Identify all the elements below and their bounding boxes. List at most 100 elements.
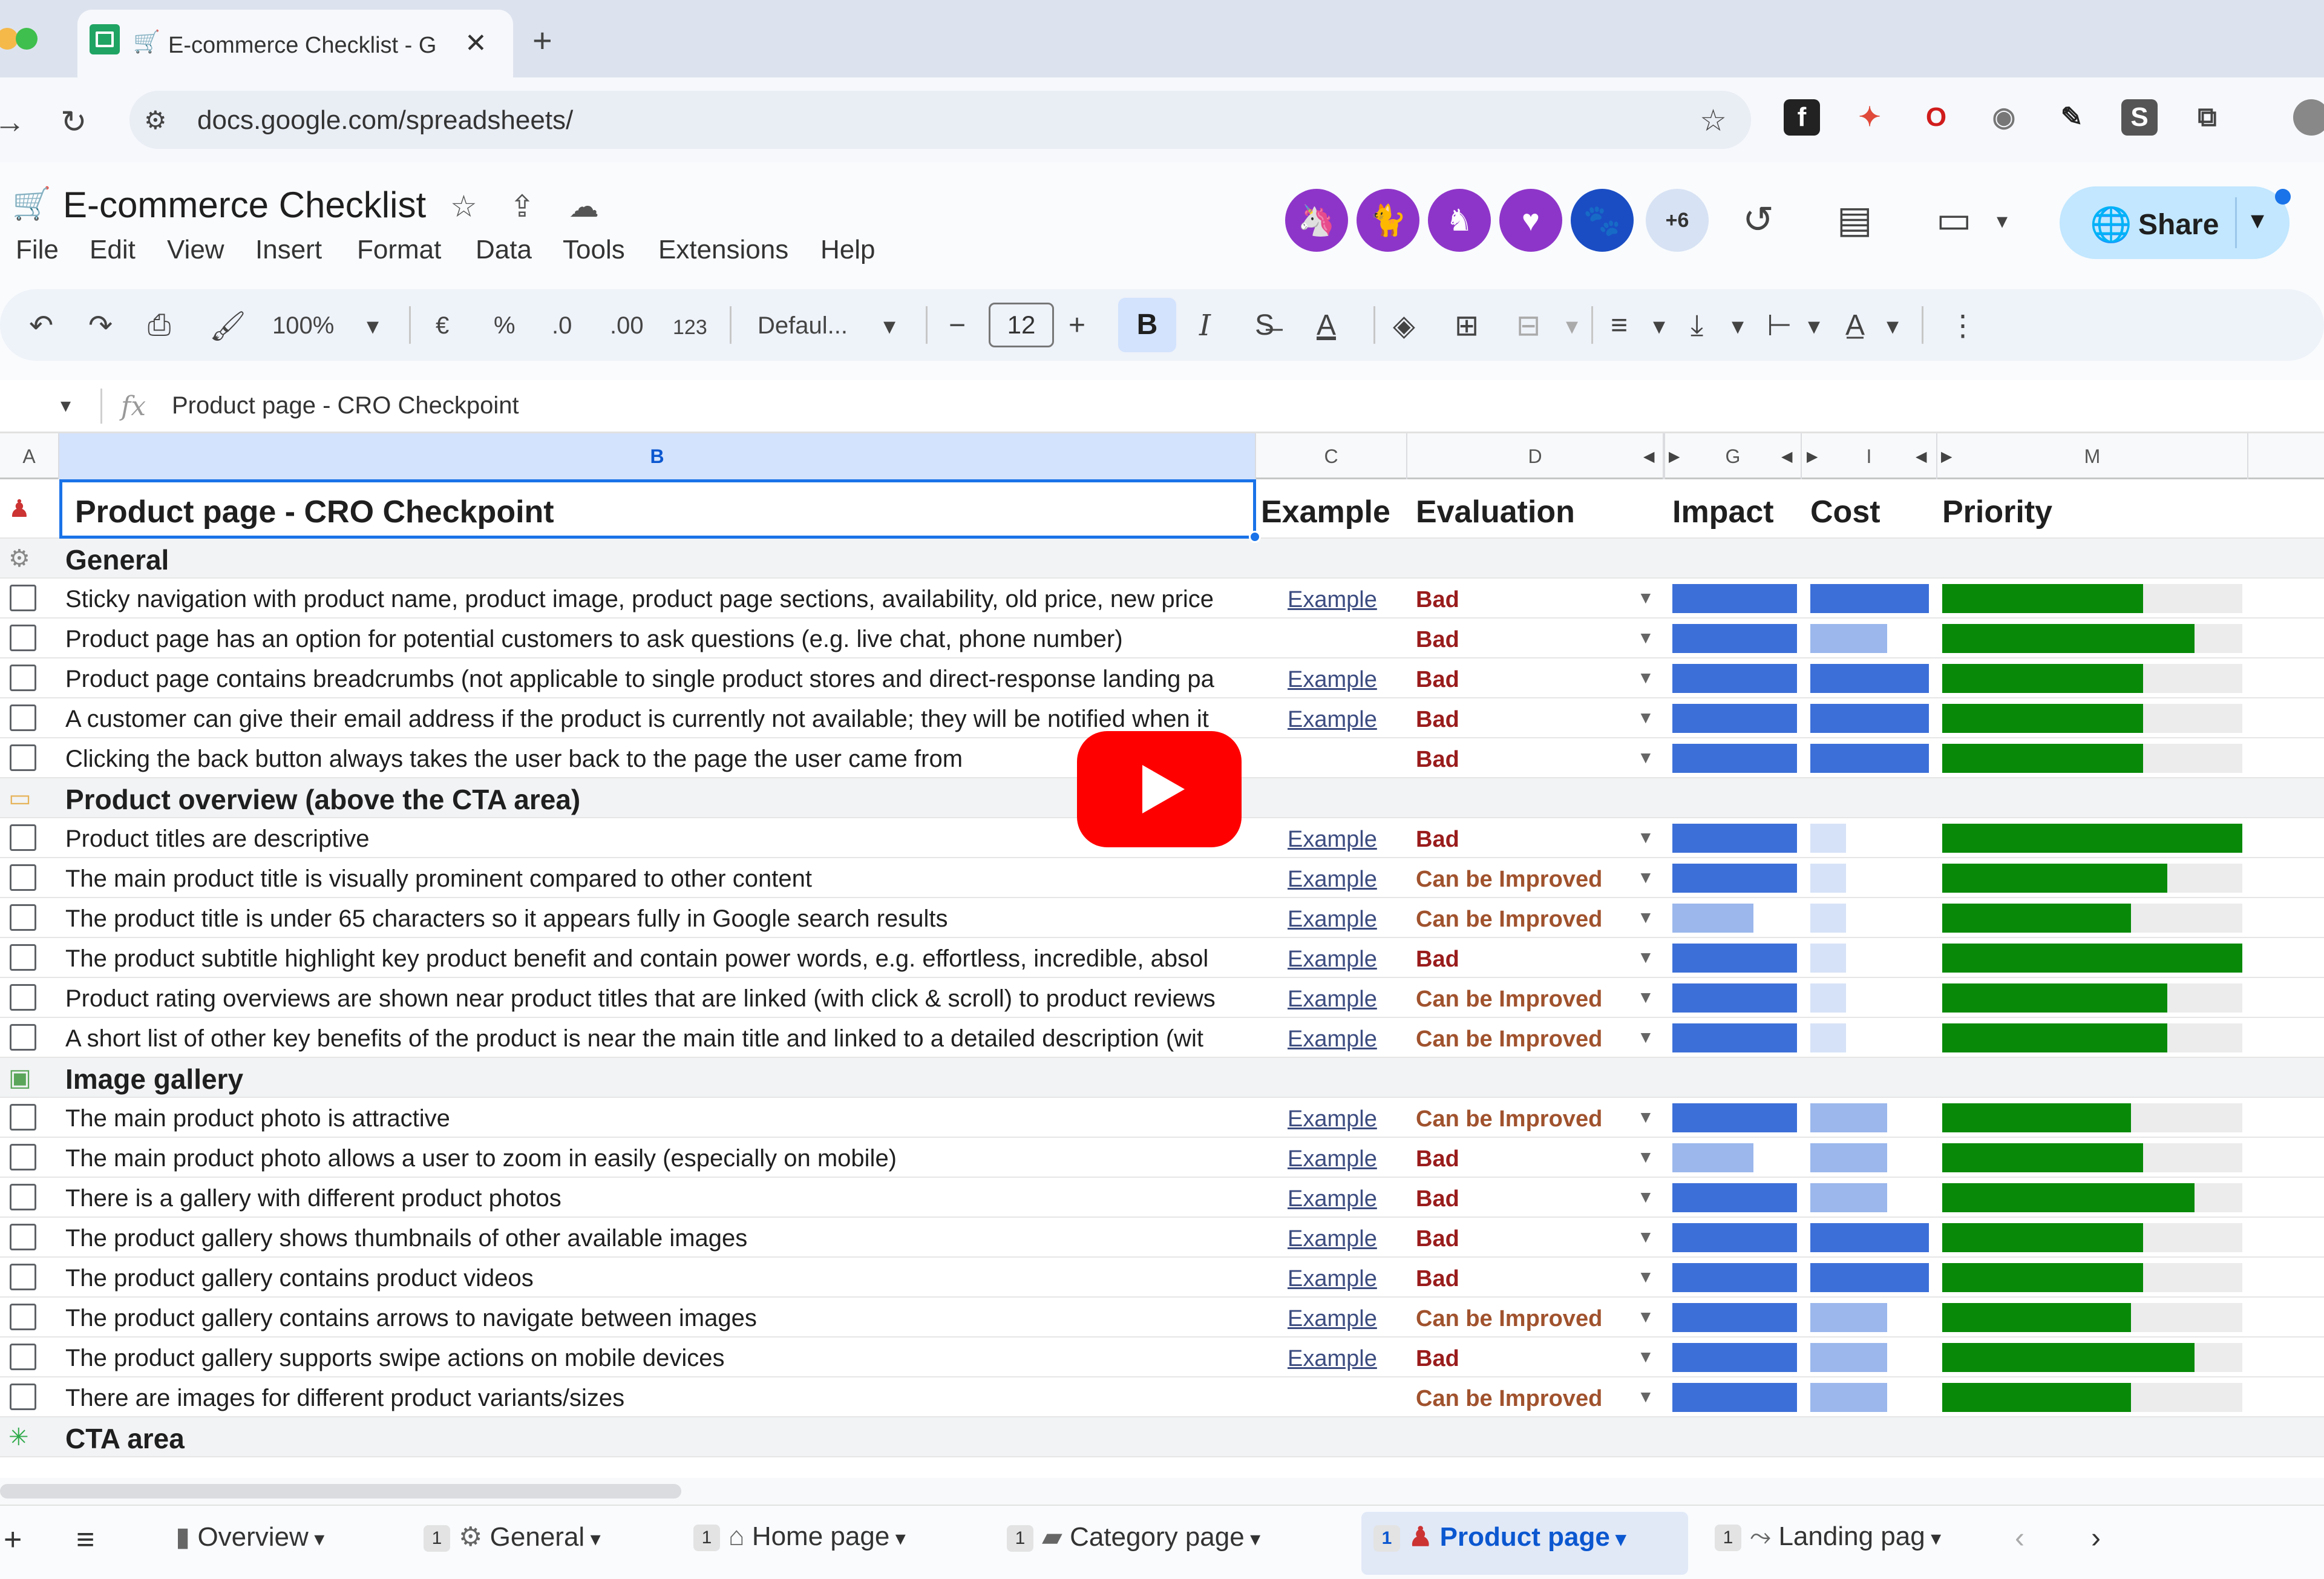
section-title[interactable]: CTA area (65, 1422, 1251, 1455)
task-checkbox[interactable] (10, 904, 36, 931)
checkpoint-text[interactable]: Product page contains breadcrumbs (not a… (65, 666, 1251, 693)
sheet-tab-landing-pag[interactable]: 1 ⤳ Landing pag ▾ (1715, 1522, 1941, 1564)
dropdown-caret-icon[interactable]: ▼ (1637, 828, 1654, 847)
dropdown-caret-icon[interactable]: ▼ (1637, 1387, 1654, 1407)
menu-edit[interactable]: Edit (90, 235, 136, 265)
column-header-d[interactable]: D (1407, 433, 1664, 479)
example-link[interactable]: Example (1288, 1146, 1377, 1172)
checkpoint-text[interactable]: A short list of other key benefits of th… (65, 1025, 1251, 1052)
header-cell-impact[interactable]: Impact (1672, 494, 1774, 530)
checkpoint-text[interactable]: The product title is under 65 characters… (65, 905, 1251, 933)
evaluation-dropdown[interactable]: Bad (1416, 1266, 1459, 1292)
hidden-columns-arrow-icon[interactable]: ◀ (1916, 448, 1926, 465)
example-link[interactable]: Example (1288, 1306, 1377, 1332)
redo-icon[interactable]: ↷ (88, 309, 113, 343)
more-collaborators-badge[interactable]: +6 (1646, 189, 1709, 252)
task-checkbox[interactable] (10, 1104, 36, 1131)
dropdown-caret-icon[interactable]: ▼ (1637, 1347, 1654, 1367)
scroll-tabs-left-icon[interactable]: ‹ (2015, 1522, 2024, 1564)
example-link[interactable]: Example (1288, 986, 1377, 1013)
evaluation-dropdown[interactable]: Bad (1416, 947, 1459, 973)
evaluation-dropdown[interactable]: Can be Improved (1416, 867, 1602, 893)
evaluation-dropdown[interactable]: Bad (1416, 1186, 1459, 1212)
evaluation-dropdown[interactable]: Bad (1416, 667, 1459, 693)
task-checkbox[interactable] (10, 1024, 36, 1051)
menu-extensions[interactable]: Extensions (658, 235, 788, 265)
checkpoint-text[interactable]: The product gallery supports swipe actio… (65, 1345, 1251, 1372)
collaborator-avatar[interactable]: ♞ (1428, 189, 1491, 252)
text-wrapping-icon[interactable]: ⊢ (1767, 309, 1792, 343)
chevron-down-icon[interactable]: ▾ (1887, 312, 1899, 340)
dropdown-caret-icon[interactable]: ▼ (1637, 708, 1654, 727)
example-link[interactable]: Example (1288, 1106, 1377, 1132)
new-tab-button[interactable]: + (532, 21, 552, 60)
dropdown-caret-icon[interactable]: ▼ (1637, 1028, 1654, 1047)
checkpoint-text[interactable]: The main product photo allows a user to … (65, 1145, 1251, 1172)
all-sheets-icon[interactable]: ≡ (76, 1522, 94, 1564)
task-checkbox[interactable] (10, 704, 36, 731)
task-checkbox[interactable] (10, 1144, 36, 1170)
column-header-a[interactable]: A (0, 433, 59, 479)
add-sheet-button[interactable]: + (4, 1522, 22, 1564)
profile-avatar[interactable] (2293, 99, 2324, 136)
checkpoint-text[interactable]: Product titles are descriptive (65, 826, 1251, 853)
checkpoint-text[interactable]: There is a gallery with different produc… (65, 1185, 1251, 1212)
task-checkbox[interactable] (10, 1264, 36, 1290)
chevron-down-icon[interactable]: ▾ (1925, 1527, 1941, 1550)
chevron-down-icon[interactable]: ▾ (1808, 312, 1820, 340)
hidden-columns-arrow-icon[interactable]: ◀ (1643, 448, 1654, 465)
checkpoint-text[interactable]: The product gallery contains product vid… (65, 1265, 1251, 1292)
task-checkbox[interactable] (10, 1384, 36, 1410)
cloud-status-icon[interactable]: ☁ (569, 189, 599, 224)
dropdown-caret-icon[interactable]: ▼ (1637, 868, 1654, 887)
column-header-m[interactable]: M (1937, 433, 2248, 479)
checkpoint-text[interactable]: Sticky navigation with product name, pro… (65, 586, 1251, 613)
dropdown-caret-icon[interactable]: ▼ (1637, 1307, 1654, 1327)
evaluation-dropdown[interactable]: Bad (1416, 1226, 1459, 1252)
dropdown-caret-icon[interactable]: ▼ (1637, 588, 1654, 608)
fill-color-icon[interactable]: ◈ (1393, 309, 1415, 343)
paint-format-icon[interactable]: 🖌 (209, 309, 246, 343)
evaluation-dropdown[interactable]: Bad (1416, 1346, 1459, 1372)
dropdown-caret-icon[interactable]: ▼ (1637, 748, 1654, 767)
window-maximize-button[interactable] (16, 28, 38, 50)
example-link[interactable]: Example (1288, 1346, 1377, 1372)
collaborator-avatar[interactable]: 🐈 (1357, 189, 1419, 252)
chevron-down-icon[interactable]: ▾ (584, 1528, 601, 1551)
extension-f-icon[interactable]: f (1784, 99, 1820, 136)
menu-view[interactable]: View (167, 235, 224, 265)
menu-help[interactable]: Help (820, 235, 876, 265)
horizontal-scrollbar[interactable] (0, 1478, 2324, 1505)
dropdown-caret-icon[interactable]: ▼ (1637, 1108, 1654, 1127)
scrollbar-thumb[interactable] (0, 1484, 681, 1499)
example-link[interactable]: Example (1288, 947, 1377, 973)
checkpoint-text[interactable]: Clicking the back button always takes th… (65, 746, 1251, 773)
dropdown-caret-icon[interactable]: ▼ (1637, 628, 1654, 648)
dropdown-caret-icon[interactable]: ▼ (1637, 948, 1654, 967)
checkpoint-text[interactable]: The product gallery shows thumbnails of … (65, 1225, 1251, 1252)
chevron-down-icon[interactable]: ▾ (1732, 312, 1744, 340)
checkpoint-text[interactable]: A customer can give their email address … (65, 706, 1251, 733)
evaluation-dropdown[interactable]: Can be Improved (1416, 1106, 1602, 1132)
font-select[interactable]: Defaul... (758, 312, 848, 340)
move-folder-icon[interactable]: ⇪ (509, 189, 535, 224)
star-icon[interactable]: ☆ (450, 189, 477, 224)
example-link[interactable]: Example (1288, 1026, 1377, 1052)
menu-tools[interactable]: Tools (563, 235, 625, 265)
extension-s-icon[interactable]: S (2121, 99, 2158, 136)
zoom-select[interactable]: 100% (272, 312, 334, 340)
dropdown-caret-icon[interactable]: ▼ (1637, 1267, 1654, 1287)
sheet-tab-product-page[interactable]: 1 ♟ Product page ▾ (1373, 1522, 1626, 1564)
decrease-font-size-button[interactable]: − (949, 309, 966, 342)
example-link[interactable]: Example (1288, 667, 1377, 693)
extensions-puzzle-icon[interactable]: ⧉ (2189, 99, 2225, 136)
share-button[interactable]: 🌐 Share ▾ (2060, 186, 2290, 259)
reload-icon[interactable]: ↻ (61, 104, 87, 140)
dropdown-caret-icon[interactable]: ▼ (1637, 1227, 1654, 1247)
borders-icon[interactable]: ⊞ (1455, 309, 1479, 343)
format-percent-button[interactable]: % (494, 312, 516, 340)
comments-icon[interactable]: ▤ (1837, 197, 1873, 241)
task-checkbox[interactable] (10, 744, 36, 771)
example-link[interactable]: Example (1288, 587, 1377, 613)
more-formats-button[interactable]: 123 (673, 316, 707, 340)
